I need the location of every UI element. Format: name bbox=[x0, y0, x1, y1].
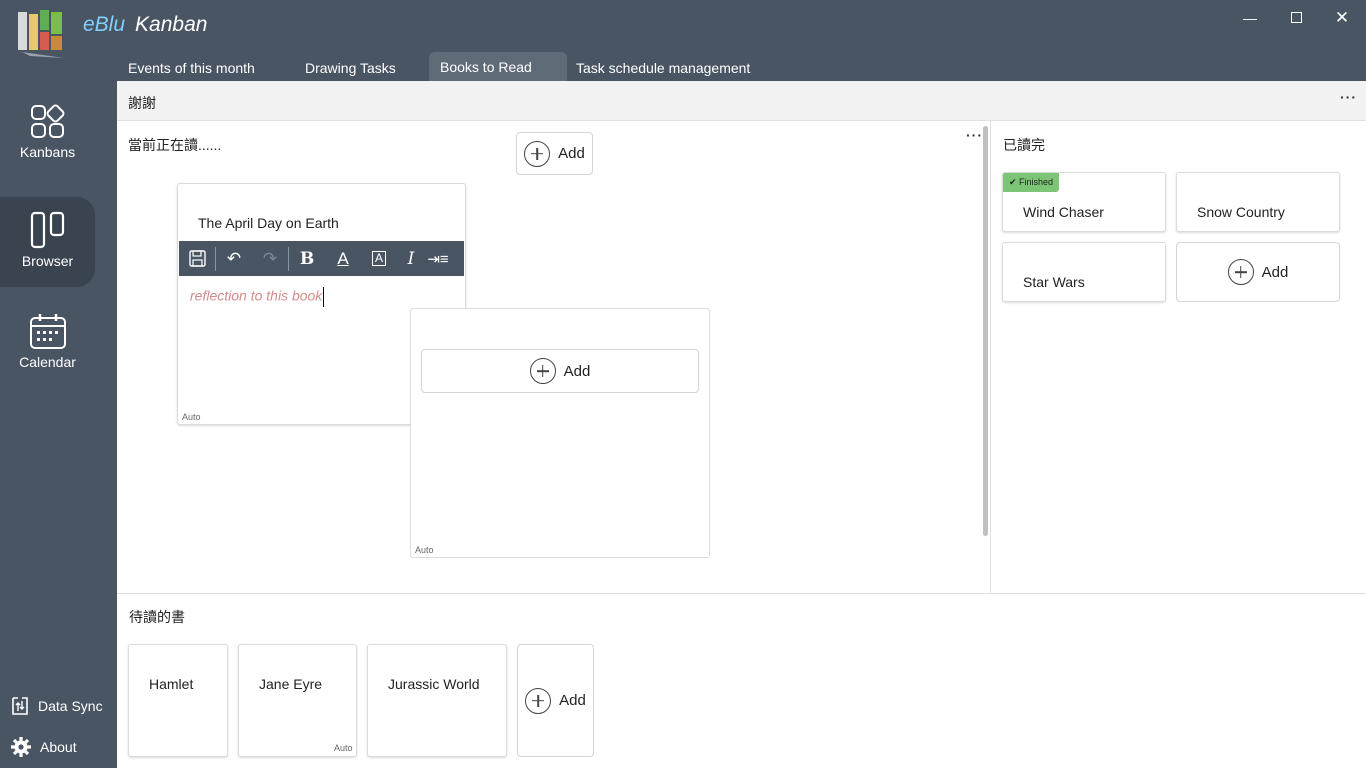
sidebar-item-calendar[interactable]: Calendar bbox=[0, 312, 95, 402]
add-label: Add bbox=[559, 692, 586, 709]
sidebar-item-label: Browser bbox=[21, 253, 74, 269]
card-title: Jurassic World bbox=[388, 676, 480, 692]
add-card-button-to-read[interactable]: Add bbox=[517, 644, 594, 757]
board-content: 謝謝 ··· 當前正在讀...... ··· Add The April Day… bbox=[117, 81, 1366, 768]
column-title-reading: 當前正在讀...... bbox=[128, 137, 222, 153]
reflection-placeholder: reflection to this book bbox=[190, 287, 323, 304]
add-label: Add bbox=[558, 145, 585, 162]
text-caret bbox=[323, 287, 325, 307]
card-jurassic-world[interactable]: Jurassic World bbox=[367, 644, 507, 757]
font-color-icon[interactable]: A bbox=[325, 241, 361, 276]
tab-task-schedule[interactable]: Task schedule management bbox=[565, 52, 761, 81]
finished-badge-label: Finished bbox=[1019, 177, 1054, 187]
sidebar: Kanbans Browser Calendar Data Sync About bbox=[0, 90, 117, 768]
card-title: Wind Chaser bbox=[1023, 204, 1104, 220]
column-divider bbox=[990, 121, 991, 593]
card-title: Hamlet bbox=[149, 676, 194, 692]
redo-icon: ↷ bbox=[262, 248, 278, 268]
data-sync-link[interactable]: Data Sync bbox=[10, 695, 103, 717]
undo-icon[interactable]: ↶ bbox=[216, 241, 252, 276]
auto-label: Auto bbox=[182, 412, 201, 422]
add-icon bbox=[525, 687, 552, 714]
calendar-icon bbox=[29, 314, 66, 349]
about-link[interactable]: About bbox=[10, 736, 77, 758]
tab-drawing-tasks[interactable]: Drawing Tasks bbox=[294, 52, 407, 81]
add-icon bbox=[524, 140, 551, 167]
add-icon bbox=[1227, 259, 1254, 285]
tab-books-to-read[interactable]: Books to Read bbox=[429, 52, 567, 81]
card-title: The April Day on Earth bbox=[198, 215, 339, 231]
app-brand: eBlu bbox=[83, 13, 126, 36]
card-title: Jane Eyre bbox=[259, 676, 323, 692]
browser-icon bbox=[30, 211, 64, 249]
add-card-button-drop[interactable]: Add bbox=[421, 349, 699, 393]
card-snow-country[interactable]: Snow Country bbox=[1176, 172, 1340, 232]
about-label: About bbox=[40, 739, 77, 755]
add-icon bbox=[529, 358, 556, 384]
reflection-input[interactable]: reflection to this book bbox=[190, 287, 325, 307]
card-hamlet[interactable]: Hamlet bbox=[128, 644, 228, 757]
kanbans-icon bbox=[30, 104, 64, 138]
sidebar-item-label: Calendar bbox=[19, 354, 76, 370]
italic-icon[interactable]: I bbox=[397, 241, 425, 276]
app-logo-icon bbox=[18, 10, 64, 58]
save-icon[interactable] bbox=[179, 241, 215, 276]
column-more-icon[interactable]: ··· bbox=[966, 127, 983, 143]
add-card-button-finished[interactable]: Add bbox=[1176, 242, 1340, 302]
close-icon[interactable]: ✕ bbox=[1331, 8, 1353, 28]
data-sync-icon bbox=[12, 697, 28, 715]
indent-icon[interactable]: ⇥≡ bbox=[425, 241, 451, 276]
add-card-button-reading[interactable]: Add bbox=[516, 132, 593, 175]
title-bar: eBlu Kanban — ✕ bbox=[0, 0, 1366, 58]
board-title: 謝謝 bbox=[128, 95, 156, 111]
auto-label: Auto bbox=[415, 545, 434, 555]
row-divider bbox=[117, 593, 1366, 594]
column-title-finished: 已讀完 bbox=[1003, 137, 1045, 153]
card-title: Star Wars bbox=[1023, 274, 1085, 290]
editor-toolbar: ↶ ↷ B A A I ⇥≡ bbox=[179, 241, 464, 276]
card-wind-chaser[interactable]: ✔ Finished Wind Chaser bbox=[1002, 172, 1166, 232]
card-drop-area[interactable]: Add Auto bbox=[410, 308, 710, 558]
tab-events[interactable]: Events of this month bbox=[117, 52, 266, 81]
board-more-icon[interactable]: ··· bbox=[1340, 89, 1357, 105]
card-jane-eyre[interactable]: Jane Eyre Auto bbox=[238, 644, 357, 757]
data-sync-label: Data Sync bbox=[38, 698, 103, 714]
card-title: Snow Country bbox=[1197, 204, 1285, 220]
bold-icon[interactable]: B bbox=[289, 241, 325, 276]
gear-icon bbox=[11, 737, 31, 757]
sidebar-item-kanbans[interactable]: Kanbans bbox=[0, 104, 95, 194]
add-label: Add bbox=[563, 362, 591, 380]
column-scrollbar[interactable] bbox=[983, 126, 988, 536]
sidebar-item-browser[interactable]: Browser bbox=[0, 197, 95, 287]
highlight-icon[interactable]: A bbox=[361, 241, 397, 276]
app-name: Kanban bbox=[135, 13, 208, 36]
app-title: eBlu Kanban bbox=[83, 13, 207, 37]
board-header: 謝謝 ··· bbox=[117, 81, 1366, 121]
card-star-wars[interactable]: Star Wars bbox=[1002, 242, 1166, 302]
maximize-icon[interactable] bbox=[1285, 8, 1307, 28]
finished-badge: ✔ Finished bbox=[1003, 173, 1060, 192]
auto-label: Auto bbox=[334, 743, 353, 753]
board-tabs: Events of this month Drawing Tasks Books… bbox=[117, 52, 1366, 81]
minimize-icon[interactable]: — bbox=[1239, 8, 1261, 28]
add-label: Add bbox=[1261, 263, 1289, 281]
column-title-to-read: 待讀的書 bbox=[129, 609, 185, 625]
sidebar-item-label: Kanbans bbox=[19, 144, 76, 160]
